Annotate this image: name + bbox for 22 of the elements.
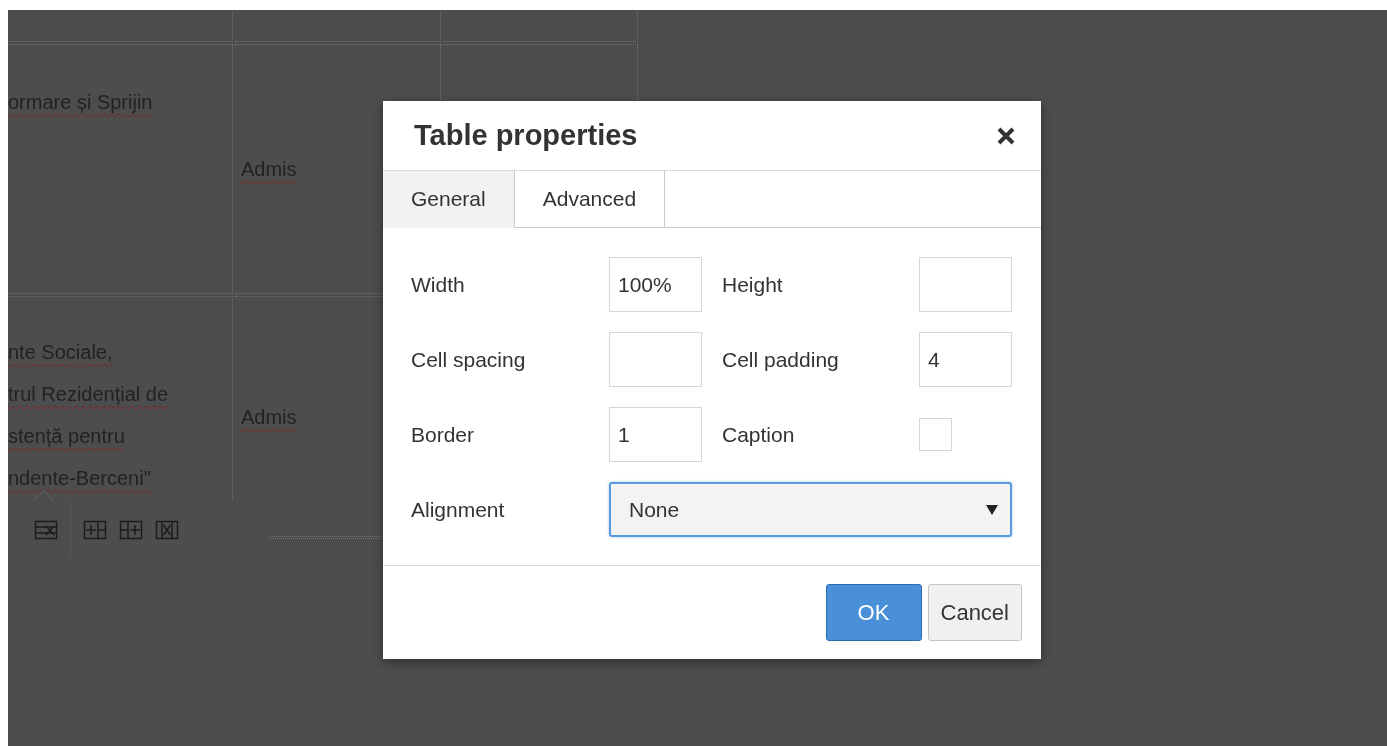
column-insert-icon[interactable] [83, 520, 107, 540]
field-label: Caption [721, 422, 796, 447]
alignment-dropdown[interactable]: None [609, 482, 1012, 537]
tab[interactable]: General [383, 171, 515, 228]
dropdown-arrow-icon [986, 504, 998, 515]
input-field[interactable]: 1 [609, 407, 702, 462]
field-label: Cell spacing [411, 347, 527, 372]
input-field[interactable] [919, 257, 1012, 312]
column-insert-icon[interactable] [119, 520, 143, 540]
checkbox[interactable] [919, 418, 952, 451]
cancel-button[interactable]: Cancel [927, 584, 1022, 641]
field-label: Alignment [411, 497, 506, 522]
field-label: Border [411, 422, 476, 447]
row-delete-icon[interactable] [34, 520, 58, 540]
field-label: Width [411, 272, 466, 297]
field-label: Height [721, 272, 784, 297]
input-field[interactable]: 100% [609, 257, 702, 312]
field-label: Cell padding [721, 347, 840, 372]
input-field[interactable]: 4 [919, 332, 1012, 387]
column-delete-icon[interactable] [155, 520, 179, 540]
dialog-title: Table properties [414, 119, 638, 152]
input-field[interactable] [609, 332, 702, 387]
